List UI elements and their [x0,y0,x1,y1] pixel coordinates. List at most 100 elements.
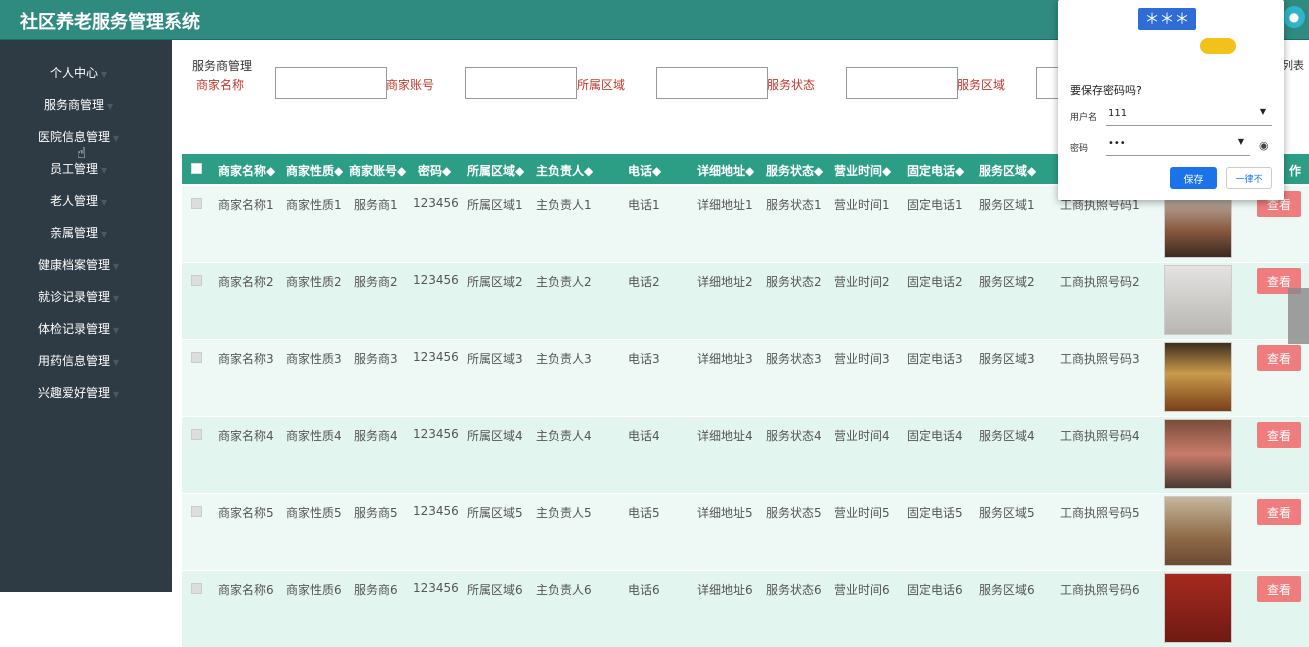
table-cell-region: 所属区域2 [467,275,523,289]
side-drawer-handle[interactable] [1288,288,1309,344]
sidebar-item-personal-center[interactable]: 个人中心 ▼ [50,64,107,81]
column-header[interactable]: 商家账号◆ [349,162,406,179]
sidebar-item-medication[interactable]: 用药信息管理 ▼ [38,352,119,369]
sidebar-item-hobbies[interactable]: 兴趣爱好管理 ▼ [38,384,119,401]
view-button[interactable]: 查看 [1257,499,1301,525]
view-button[interactable]: 查看 [1257,422,1301,448]
table-cell-license: 工商执照号码5 [1060,506,1140,520]
select-all-checkbox[interactable] [191,163,202,174]
column-header[interactable]: 营业时间◆ [834,162,891,179]
sidebar-item-label: 员工管理 [50,162,99,176]
table-cell-name: 商家名称2 [218,275,274,289]
merchant-name-input[interactable] [275,67,387,99]
table-cell-leader: 主负责人5 [536,506,592,520]
hand-cursor-icon: ☝ [77,144,87,162]
sidebar-item-health-records[interactable]: 健康档案管理 ▼ [38,256,119,273]
password-select[interactable]: ••• ▼ [1106,134,1250,156]
sidebar-item-label: 用药信息管理 [38,354,111,368]
column-header[interactable]: 商家名称◆ [218,162,275,179]
table-cell-password: 123456 [413,350,459,364]
never-save-button[interactable]: 一律不 [1226,167,1272,189]
region-input[interactable] [656,67,768,99]
table-cell-hours: 营业时间4 [834,429,890,443]
table-cell-phone: 电话5 [628,506,660,520]
column-header[interactable]: 服务状态◆ [766,162,823,179]
sidebar-item-label: 健康档案管理 [38,258,111,272]
table-cell-license: 工商执照号码6 [1060,583,1140,597]
table-cell-area: 服务区域2 [979,275,1035,289]
column-header[interactable]: 服务区域◆ [979,162,1036,179]
table-cell-nature: 商家性质5 [286,506,342,520]
table-cell-account: 服务商5 [354,506,398,520]
column-header[interactable]: 商家性质◆ [286,162,343,179]
table-cell-leader: 主负责人3 [536,352,592,366]
row-checkbox[interactable] [191,429,202,440]
user-icon[interactable]: ● [1283,6,1305,28]
table-cell-address: 详细地址3 [697,352,753,366]
chevron-down-icon: ▼ [101,230,108,239]
table-cell-address: 详细地址5 [697,506,753,520]
table-cell-license: 工商执照号码3 [1060,352,1140,366]
column-header[interactable]: 详细地址◆ [697,162,754,179]
chevron-down-icon: ▼ [113,326,120,335]
table-cell-area: 服务区域5 [979,506,1035,520]
save-password-button[interactable]: 保存 [1170,167,1217,189]
sidebar-item-label: 兴趣爱好管理 [38,386,111,400]
row-checkbox[interactable] [191,506,202,517]
column-header[interactable]: 所属区域◆ [467,162,524,179]
table-cell-tel: 固定电话1 [907,198,963,212]
sidebar-item-visits[interactable]: 就诊记录管理 ▼ [38,288,119,305]
table-cell-nature: 商家性质3 [286,352,342,366]
save-password-popup: ＊＊＊ 要保存密码吗? 用户名 111 ▼ 密码 ••• ▼ ◉ 保存 一律不 [1058,0,1284,200]
column-header[interactable]: 密码◆ [418,162,451,179]
sidebar-item-label: 亲属管理 [50,226,99,240]
username-label: 用户名 [1070,113,1098,123]
view-button[interactable]: 查看 [1257,345,1301,371]
storefront-image [1164,265,1232,335]
sidebar-item-elderly[interactable]: 老人管理 ▼ [50,192,107,209]
table-cell-status: 服务状态1 [766,198,822,212]
row-checkbox[interactable] [191,275,202,286]
table-cell-hours: 营业时间1 [834,198,890,212]
table-cell-status: 服务状态5 [766,506,822,520]
sidebar-item-checkups[interactable]: 体检记录管理 ▼ [38,320,119,337]
column-header[interactable]: 主负责人◆ [536,162,593,179]
sidebar-item-relatives[interactable]: 亲属管理 ▼ [50,224,107,241]
row-checkbox[interactable] [191,352,202,363]
row-checkbox[interactable] [191,583,202,594]
sidebar [0,40,172,592]
app-title: 社区养老服务管理系统 [20,12,200,33]
chevron-down-icon: ▼ [113,294,120,303]
chevron-down-icon: ▼ [113,390,120,399]
chevron-down-icon: ▼ [107,102,114,111]
service-area-input[interactable] [1036,67,1060,99]
merchant-account-input[interactable] [465,67,577,99]
table-cell-hours: 营业时间6 [834,583,890,597]
table-cell-nature: 商家性质2 [286,275,342,289]
sidebar-item-provider[interactable]: 服务商管理 ▼ [44,96,113,113]
table-cell-region: 所属区域1 [467,198,523,212]
sidebar-item-label: 个人中心 [50,66,99,80]
column-header[interactable]: 电话◆ [628,162,661,179]
chevron-down-icon: ▼ [113,358,120,367]
eye-icon[interactable]: ◉ [1259,139,1269,152]
service-status-input[interactable] [846,67,958,99]
table-cell-phone: 电话6 [628,583,660,597]
username-select[interactable]: 111 ▼ [1106,104,1272,126]
sidebar-item-label: 就诊记录管理 [38,290,111,304]
table-cell-license: 工商执照号码2 [1060,275,1140,289]
column-header[interactable]: 固定电话◆ [907,162,964,179]
filter-label-merchant-account: 商家账号 [386,78,435,92]
sidebar-item-hospital[interactable]: 医院信息管理 ▼ [38,128,119,145]
storefront-image [1164,573,1232,643]
table-cell-password: 123456 [413,196,459,210]
chevron-down-icon: ▼ [101,198,108,207]
table-cell-account: 服务商4 [354,429,398,443]
table-cell-tel: 固定电话6 [907,583,963,597]
row-checkbox[interactable] [191,198,202,209]
table-cell-area: 服务区域3 [979,352,1035,366]
table-cell-nature: 商家性质4 [286,429,342,443]
table-cell-status: 服务状态2 [766,275,822,289]
sidebar-item-staff[interactable]: 员工管理 ▼ [50,160,107,177]
view-button[interactable]: 查看 [1257,576,1301,602]
